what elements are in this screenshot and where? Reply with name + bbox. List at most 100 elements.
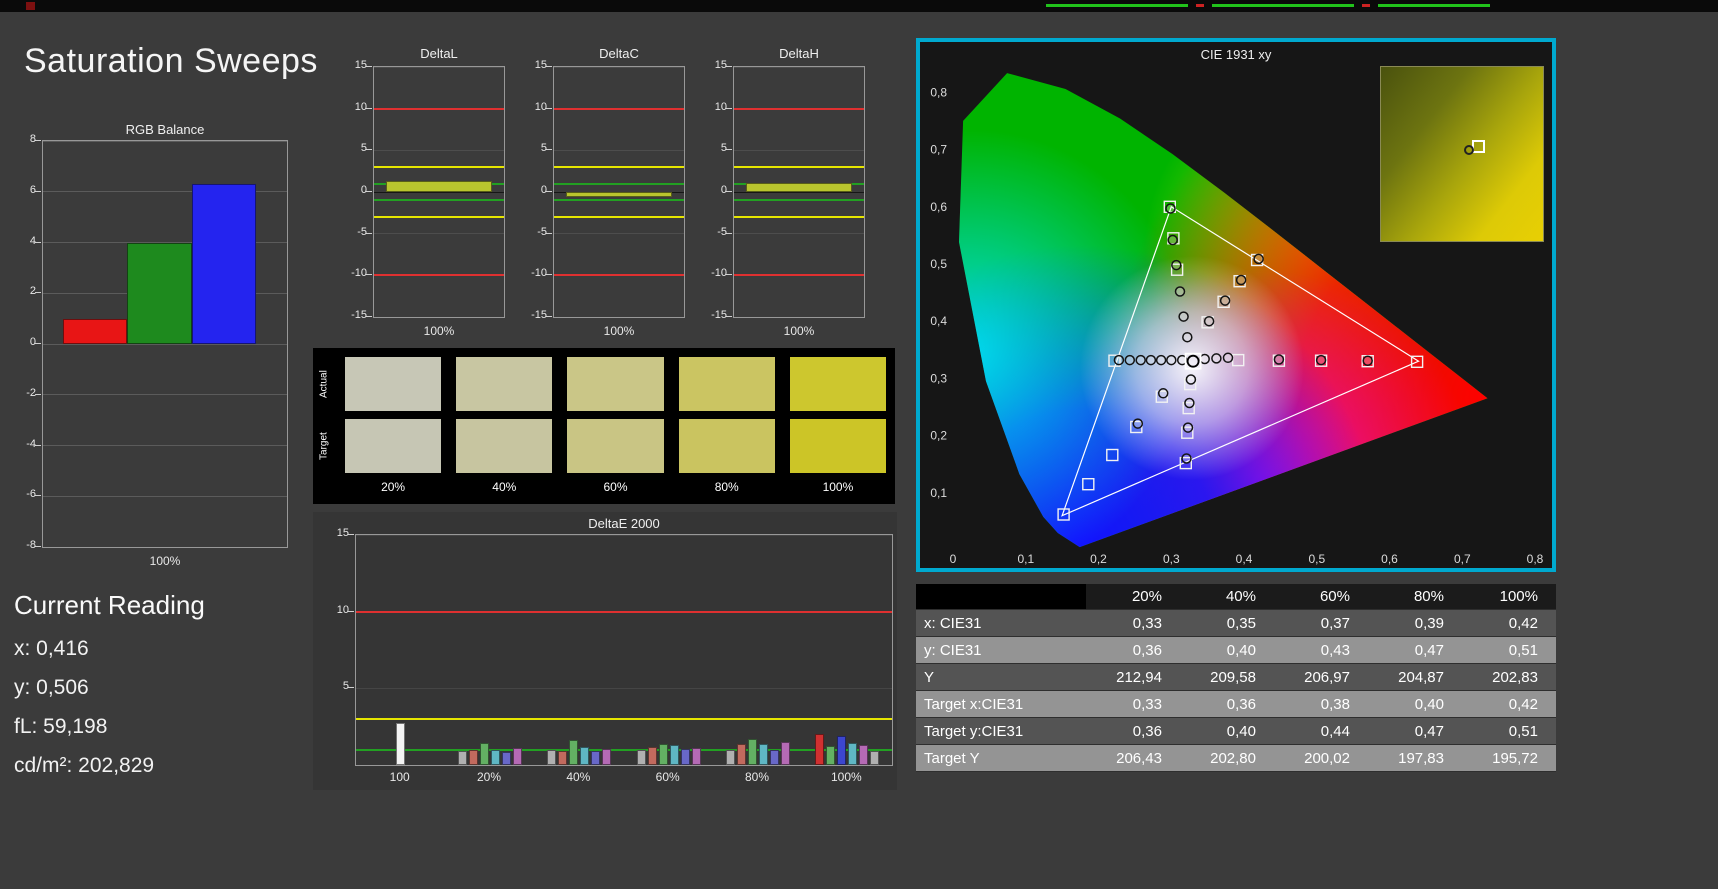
table-cell: 202,83 xyxy=(1462,669,1556,686)
measured-point xyxy=(1363,356,1372,365)
table-cell: 0,47 xyxy=(1368,642,1462,659)
measured-point xyxy=(1182,454,1191,463)
bar xyxy=(692,748,701,765)
bar xyxy=(458,751,467,765)
reference-line xyxy=(734,216,864,218)
bar xyxy=(558,751,567,765)
rgb-balance-chart[interactable]: RGB Balance 100% 86420-2-4-6-8 xyxy=(16,120,288,580)
y-tick-label: -5 xyxy=(335,226,367,238)
measured-point xyxy=(1159,389,1168,398)
y-tick-label: 10 xyxy=(695,101,727,113)
bar xyxy=(759,744,768,765)
bar xyxy=(826,746,835,765)
bar xyxy=(770,750,779,765)
topbar-segment xyxy=(1212,4,1354,7)
measured-point xyxy=(1185,399,1194,408)
gridline xyxy=(734,233,864,234)
swatch-row-label: Actual xyxy=(317,356,331,412)
reading-cdm2: cd/m²: 202,829 xyxy=(14,754,205,778)
cie-x-tick-label: 0,7 xyxy=(1454,552,1471,566)
y-tick-label: 15 xyxy=(695,59,727,71)
reference-line xyxy=(374,108,504,110)
table-cell: 0,40 xyxy=(1180,723,1274,740)
cie-1931-panel[interactable]: CIE 1931 xy xyxy=(916,38,1556,572)
swatch-panel[interactable]: ActualTarget20%40%60%80%100% xyxy=(313,348,895,504)
bar xyxy=(681,749,690,765)
window-topbar xyxy=(0,0,1718,12)
gridline xyxy=(554,67,684,68)
y-tick-label: 10 xyxy=(335,101,367,113)
table-cell: 0,47 xyxy=(1368,723,1462,740)
reference-line xyxy=(554,183,684,185)
gamut-zoom-inset xyxy=(1380,66,1544,242)
bar xyxy=(781,742,790,765)
bar xyxy=(569,740,578,765)
measured-point xyxy=(1114,356,1123,365)
rgb-balance-plot xyxy=(42,140,288,548)
bar xyxy=(63,319,128,344)
bar xyxy=(602,749,611,765)
swatch-row: Target xyxy=(317,418,887,474)
chart-title: DeltaE 2000 xyxy=(355,516,893,531)
y-tick-label: -15 xyxy=(695,309,727,321)
reference-line xyxy=(734,108,864,110)
bar xyxy=(502,752,511,765)
y-tick-label: 2 xyxy=(4,285,36,297)
reference-line xyxy=(356,718,892,720)
gridline xyxy=(43,547,287,548)
bar xyxy=(192,184,257,344)
bar xyxy=(396,723,405,765)
delta-e2000-chart[interactable]: DeltaE 2000 1510510020%40%60%80%100% xyxy=(313,512,897,790)
swatch-col-label: 40% xyxy=(455,480,553,496)
reference-line xyxy=(374,166,504,168)
table-cell: 200,02 xyxy=(1274,750,1368,767)
reference-line xyxy=(554,166,684,168)
table-row: y: CIE310,360,400,430,470,51 xyxy=(916,637,1556,664)
cie-y-tick-label: 0,6 xyxy=(930,200,947,214)
cie-x-tick-label: 0,2 xyxy=(1090,552,1107,566)
table-cell: 206,43 xyxy=(1086,750,1180,767)
delta-l-chart[interactable]: DeltaL 100% 151050-5-10-15 xyxy=(345,44,511,342)
cie-x-tick-label: 0,4 xyxy=(1236,552,1253,566)
bar xyxy=(648,747,657,765)
cie-y-tick-label: 0,1 xyxy=(930,486,947,500)
y-tick-label: -10 xyxy=(335,267,367,279)
y-tick-label: -15 xyxy=(335,309,367,321)
cie-y-tick-label: 0,4 xyxy=(930,314,947,328)
gridline xyxy=(356,535,892,536)
delta-h-chart[interactable]: DeltaH 100% 151050-5-10-15 xyxy=(705,44,871,342)
topbar-segment xyxy=(1378,4,1490,7)
gridline xyxy=(374,233,504,234)
measured-point xyxy=(1136,356,1145,365)
delta-c-chart[interactable]: DeltaC 100% 151050-5-10-15 xyxy=(525,44,691,342)
bar xyxy=(469,750,478,765)
gridline xyxy=(734,67,864,68)
y-tick-label: -10 xyxy=(695,267,727,279)
bar xyxy=(859,745,868,765)
y-tick-label: -15 xyxy=(515,309,547,321)
cie-x-tick-label: 0 xyxy=(950,552,957,566)
gridline xyxy=(554,317,684,318)
gridline xyxy=(43,141,287,142)
measured-point xyxy=(1133,419,1142,428)
bar xyxy=(386,181,493,192)
y-tick-label: 5 xyxy=(335,142,367,154)
results-table[interactable]: 20%40%60%80%100%x: CIE310,330,350,370,39… xyxy=(916,584,1556,772)
y-tick-label: 4 xyxy=(4,235,36,247)
measured-point xyxy=(1183,333,1192,342)
row-label: Target x:CIE31 xyxy=(916,696,1086,713)
color-swatch xyxy=(789,418,887,474)
measured-point xyxy=(1221,296,1230,305)
reference-line xyxy=(356,611,892,613)
measured-point xyxy=(1168,236,1177,245)
column-header: 20% xyxy=(1086,588,1180,605)
bar xyxy=(580,747,589,765)
measured-point xyxy=(1205,317,1214,326)
table-cell: 212,94 xyxy=(1086,669,1180,686)
cie-y-tick-label: 0,5 xyxy=(930,257,947,271)
x-tick-label: 100% xyxy=(816,770,876,784)
chart-title: DeltaC xyxy=(553,46,685,61)
reading-fl: fL: 59,198 xyxy=(14,715,205,739)
color-swatch xyxy=(455,356,553,412)
table-row: Target x:CIE310,330,360,380,400,42 xyxy=(916,691,1556,718)
